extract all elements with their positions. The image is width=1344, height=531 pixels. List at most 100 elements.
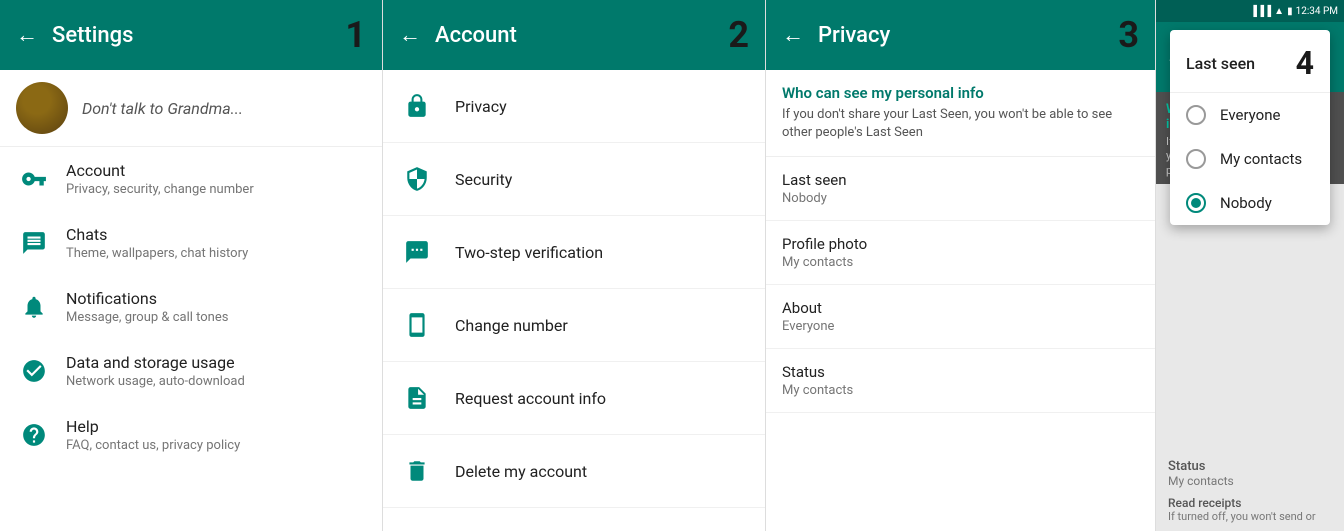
radio-label-my-contacts: My contacts (1220, 150, 1302, 168)
chats-sublabel: Theme, wallpapers, chat history (66, 246, 248, 261)
avatar (16, 82, 68, 134)
data-icon (16, 353, 52, 389)
radio-label-everyone: Everyone (1220, 106, 1280, 124)
request-info-icon (399, 380, 435, 416)
status-section-value: My contacts (1168, 474, 1332, 488)
account-number: 2 (728, 14, 749, 56)
account-title: Account (435, 23, 720, 48)
privacy-item-profile-photo[interactable]: Profile photo My contacts (766, 221, 1155, 285)
dialog-panel: ▐▐▐ ▲ ▮ 12:34 PM ← Privacy Who can see m… (1156, 0, 1344, 531)
radio-circle-everyone (1186, 105, 1206, 125)
change-number-icon (399, 307, 435, 343)
privacy-title: Privacy (818, 23, 1110, 48)
data-text: Data and storage usage Network usage, au… (66, 353, 245, 389)
sidebar-item-chats[interactable]: Chats Theme, wallpapers, chat history (0, 211, 382, 275)
account-header: ← Account 2 (383, 0, 765, 70)
privacy-items-list: Last seen Nobody Profile photo My contac… (766, 157, 1155, 531)
notifications-label: Notifications (66, 289, 228, 308)
two-step-icon (399, 234, 435, 270)
radio-inner-nobody (1191, 198, 1201, 208)
notifications-icon (16, 289, 52, 325)
chats-text: Chats Theme, wallpapers, chat history (66, 225, 248, 261)
sidebar-item-data[interactable]: Data and storage usage Network usage, au… (0, 339, 382, 403)
privacy-item-status[interactable]: Status My contacts (766, 349, 1155, 413)
delete-icon (399, 453, 435, 489)
read-receipts-label: Read receipts (1168, 496, 1332, 510)
status-bar: ▐▐▐ ▲ ▮ 12:34 PM (1156, 0, 1344, 22)
settings-panel: ← Settings 1 Don't talk to Grandma... Ac… (0, 0, 383, 531)
last-seen-value: Nobody (782, 191, 1139, 206)
radio-circle-my-contacts (1186, 149, 1206, 169)
data-label: Data and storage usage (66, 353, 245, 372)
help-text: Help FAQ, contact us, privacy policy (66, 417, 240, 453)
dialog-title-text: Last seen (1186, 54, 1255, 73)
change-number-label: Change number (455, 316, 568, 335)
privacy-number: 3 (1118, 14, 1139, 56)
last-seen-dialog: Last seen 4 Everyone My contacts Nobody (1170, 30, 1330, 225)
avatar-image (16, 82, 68, 134)
status-bar-time: 12:34 PM (1296, 6, 1338, 17)
radio-circle-nobody (1186, 193, 1206, 213)
signal-icon: ▐▐▐ (1250, 6, 1271, 17)
account-icon (16, 161, 52, 197)
privacy-icon (399, 88, 435, 124)
notifications-sublabel: Message, group & call tones (66, 310, 228, 325)
radio-option-nobody[interactable]: Nobody (1170, 181, 1330, 225)
privacy-back-icon[interactable]: ← (782, 22, 804, 48)
account-item-change-number[interactable]: Change number (383, 289, 765, 362)
settings-header: ← Settings 1 (0, 0, 382, 70)
request-info-label: Request account info (455, 389, 606, 408)
privacy-item-about[interactable]: About Everyone (766, 285, 1155, 349)
data-sublabel: Network usage, auto-download (66, 374, 245, 389)
privacy-label: Privacy (455, 97, 507, 116)
account-item-privacy[interactable]: Privacy (383, 70, 765, 143)
account-label: Account (66, 161, 254, 180)
sidebar-item-account[interactable]: Account Privacy, security, change number (0, 147, 382, 211)
radio-label-nobody: Nobody (1220, 194, 1272, 212)
profile-name: Don't talk to Grandma... (82, 99, 243, 118)
chats-icon (16, 225, 52, 261)
status-section-label: Status (1168, 459, 1332, 474)
notifications-text: Notifications Message, group & call tone… (66, 289, 228, 325)
battery-icon: ▮ (1287, 6, 1293, 17)
wifi-icon: ▲ (1274, 6, 1284, 17)
sidebar-item-notifications[interactable]: Notifications Message, group & call tone… (0, 275, 382, 339)
status-label: Status (782, 363, 1139, 381)
privacy-info-subtext: If you don't share your Last Seen, you w… (766, 106, 1155, 157)
sidebar-item-help[interactable]: Help FAQ, contact us, privacy policy (0, 403, 382, 467)
account-text: Account Privacy, security, change number (66, 161, 254, 197)
account-menu-list: Privacy Security Two-step verification C… (383, 70, 765, 531)
chats-label: Chats (66, 225, 248, 244)
account-back-icon[interactable]: ← (399, 22, 421, 48)
radio-option-everyone[interactable]: Everyone (1170, 93, 1330, 137)
security-icon (399, 161, 435, 197)
security-label: Security (455, 170, 512, 189)
privacy-info-header: Who can see my personal info (766, 70, 1155, 106)
profile-photo-value: My contacts (782, 255, 1139, 270)
help-icon (16, 417, 52, 453)
about-label: About (782, 299, 1139, 317)
dialog-number: 4 (1296, 44, 1314, 82)
help-label: Help (66, 417, 240, 436)
status-section: Status My contacts Read receipts If turn… (1156, 451, 1344, 531)
dialog-title-row: Last seen 4 (1170, 30, 1330, 93)
privacy-header: ← Privacy 3 (766, 0, 1155, 70)
profile-photo-label: Profile photo (782, 235, 1139, 253)
settings-menu-list: Account Privacy, security, change number… (0, 147, 382, 531)
radio-option-my-contacts[interactable]: My contacts (1170, 137, 1330, 181)
read-receipts-sub: If turned off, you won't send or (1168, 510, 1332, 523)
account-item-request-info[interactable]: Request account info (383, 362, 765, 435)
privacy-item-last-seen[interactable]: Last seen Nobody (766, 157, 1155, 221)
account-item-two-step[interactable]: Two-step verification (383, 216, 765, 289)
profile-row[interactable]: Don't talk to Grandma... (0, 70, 382, 147)
help-sublabel: FAQ, contact us, privacy policy (66, 438, 240, 453)
settings-back-icon[interactable]: ← (16, 22, 38, 48)
account-item-security[interactable]: Security (383, 143, 765, 216)
two-step-label: Two-step verification (455, 243, 603, 262)
account-panel: ← Account 2 Privacy Security Two-step ve… (383, 0, 766, 531)
settings-title: Settings (52, 23, 337, 48)
privacy-panel: ← Privacy 3 Who can see my personal info… (766, 0, 1156, 531)
settings-number: 1 (345, 14, 366, 56)
account-item-delete[interactable]: Delete my account (383, 435, 765, 508)
last-seen-label: Last seen (782, 171, 1139, 189)
